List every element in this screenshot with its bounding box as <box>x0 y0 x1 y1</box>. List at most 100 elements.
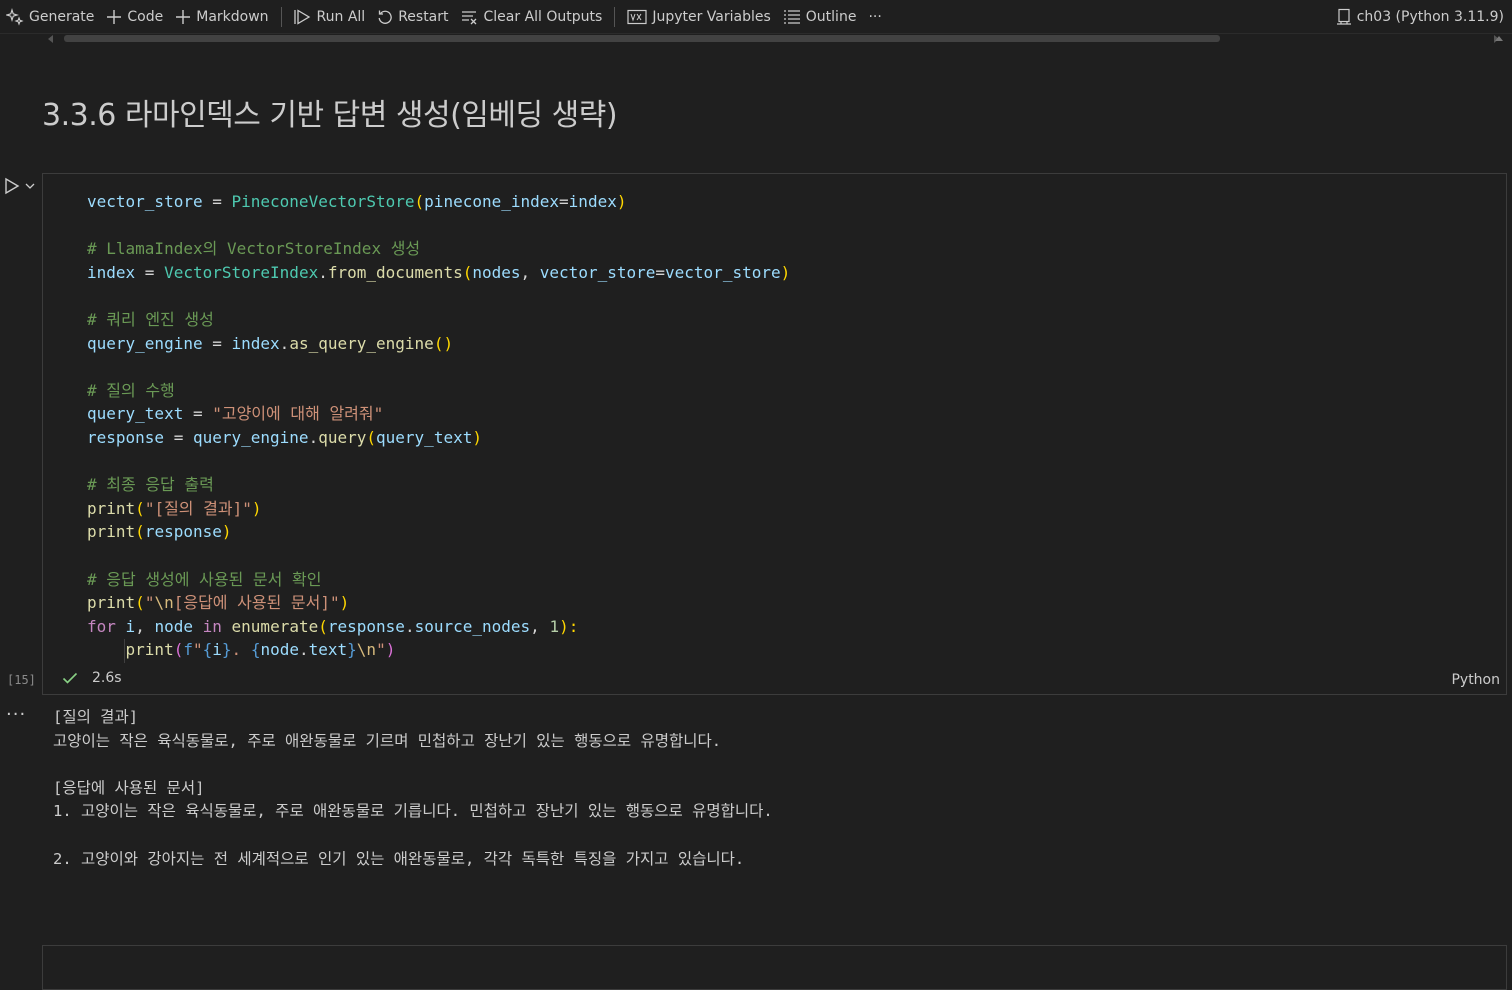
code-token: = <box>559 192 569 211</box>
code-token: . <box>231 640 251 660</box>
code-token: ): <box>559 616 579 636</box>
run-all-button[interactable]: Run All <box>288 4 372 30</box>
more-actions-button[interactable]: ··· <box>862 4 887 30</box>
code-line: # LlamaIndex의 VectorStoreIndex 생성 <box>87 237 790 261</box>
code-token: ( <box>462 262 473 282</box>
code-editor[interactable]: vector_store = PineconeVectorStore ( pinec… <box>87 190 790 662</box>
next-cell[interactable] <box>42 945 1507 990</box>
code-token: "고양이에 대해 알려줘" <box>212 404 384 424</box>
code-token: vector_store <box>87 192 203 211</box>
code-token: , <box>135 616 155 636</box>
code-line: response = query_engine.query(query_text… <box>87 426 790 450</box>
clear-all-outputs-button[interactable]: Clear All Outputs <box>455 4 609 30</box>
toolbar-divider <box>614 6 616 27</box>
restart-button[interactable]: Restart <box>371 4 454 30</box>
add-code-cell-button[interactable]: Code <box>100 4 169 30</box>
variables-icon <box>627 9 647 24</box>
toolbar-divider <box>280 6 282 27</box>
code-token: # 쿼리 엔진 생성 <box>87 309 214 329</box>
code-token: vector_store <box>539 262 656 282</box>
notebook-toolbar: Generate Code Markdown Run All Restart C… <box>0 0 1512 34</box>
code-token: " <box>144 593 155 613</box>
code-line: for i, node in enumerate(response.source… <box>87 615 790 639</box>
chevron-down-icon[interactable] <box>24 180 36 192</box>
run-cell-icon[interactable] <box>4 177 20 195</box>
code-token: ) <box>339 593 350 613</box>
code-token: PineconeVectorStore <box>231 192 415 211</box>
code-token: { <box>202 640 213 660</box>
code-token: , <box>520 262 540 282</box>
code-token: ) <box>780 262 791 282</box>
kernel-icon <box>1336 8 1351 25</box>
check-icon <box>62 672 78 684</box>
code-token: as_query_engine <box>289 333 434 353</box>
code-token: vector_store <box>665 262 781 282</box>
cell-run-controls <box>4 177 36 195</box>
markdown-label: Markdown <box>196 8 269 25</box>
code-token: = <box>202 333 232 353</box>
plus-icon <box>107 9 122 24</box>
code-token: pinecone_index <box>424 192 560 211</box>
code-token: response <box>87 427 165 447</box>
code-token: = <box>202 192 232 211</box>
code-token: . <box>298 640 309 660</box>
code-token: # LlamaIndex의 VectorStoreIndex 생성 <box>87 239 421 259</box>
code-token: node <box>154 616 193 636</box>
more-icon: ··· <box>868 8 882 25</box>
code-cell[interactable]: vector_store = PineconeVectorStore ( pinec… <box>42 173 1507 695</box>
code-token: "[질의 결과]" <box>144 498 252 518</box>
outline-button[interactable]: Outline <box>777 4 863 30</box>
code-token: from_documents <box>327 262 463 282</box>
output-actions-icon[interactable]: ··· <box>6 704 26 725</box>
code-token: , <box>530 616 550 636</box>
code-token: # 최종 응답 출력 <box>87 475 214 495</box>
generate-button[interactable]: Generate <box>0 4 100 30</box>
markdown-heading[interactable]: 3.3.6 라마인덱스 기반 답변 생성(임베딩 생략) <box>42 90 618 134</box>
outline-icon <box>783 9 800 24</box>
output-line: [응답에 사용된 문서] <box>53 778 205 797</box>
code-token: ) <box>385 640 396 660</box>
code-line: # 쿼리 엔진 생성 <box>87 308 790 332</box>
code-token: " <box>192 640 203 660</box>
code-token: print <box>87 522 136 542</box>
generate-label: Generate <box>29 8 95 25</box>
cell-language-button[interactable]: Python <box>1451 672 1500 688</box>
code-token: source_nodes <box>414 616 531 636</box>
code-token: = <box>655 262 666 282</box>
code-line: query_engine = index.as_query_engine() <box>87 332 790 356</box>
indent-guide <box>124 639 125 663</box>
code-label: Code <box>127 8 164 25</box>
execution-duration: 2.6s <box>92 670 122 686</box>
kernel-picker[interactable]: ch03 (Python 3.11.9) <box>1330 4 1510 30</box>
cell-output: [질의 결과] 고양이는 작은 육식동물로, 주로 애완동물로 기르며 민첩하고 … <box>53 706 773 871</box>
scroll-up-arrow[interactable] <box>1495 36 1503 41</box>
run-all-icon <box>293 8 310 25</box>
code-token: . <box>308 427 319 447</box>
code-token: ) <box>251 498 262 518</box>
code-token: 1 <box>549 616 560 636</box>
code-token: query_text <box>376 427 473 447</box>
sparkle-icon <box>6 7 24 26</box>
code-line: print(response) <box>87 520 790 544</box>
clear-all-icon <box>461 10 476 24</box>
code-line: print(f"{i}. {node.text}\n") <box>87 638 790 662</box>
add-markdown-cell-button[interactable]: Markdown <box>169 4 274 30</box>
horizontal-scrollbar[interactable] <box>64 35 1220 42</box>
code-token: = <box>183 404 213 424</box>
kernel-label: ch03 (Python 3.11.9) <box>1356 9 1504 25</box>
code-token: in <box>202 616 222 636</box>
code-token: ) <box>221 522 232 542</box>
code-line: print("\n[응답에 사용된 문서]") <box>87 591 790 615</box>
jupyter-variables-button[interactable]: Jupyter Variables <box>621 4 776 30</box>
scroll-left-arrow[interactable] <box>48 35 53 43</box>
restart-label: Restart <box>398 8 449 25</box>
code-line: index = VectorStoreIndex.from_documents(… <box>87 261 790 285</box>
